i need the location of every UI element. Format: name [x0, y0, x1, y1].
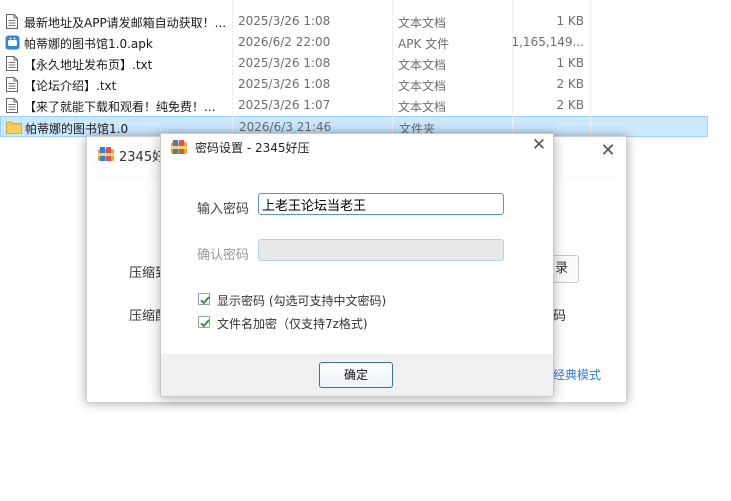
compress-window-title: 2345好 — [119, 150, 166, 165]
file-date: 2025/3/26 1:08 — [238, 14, 331, 28]
folder-icon — [6, 120, 22, 135]
password-label: 输入密码 — [197, 202, 250, 217]
dialog-title: 密码设置 - 2345好压 — [195, 141, 310, 155]
show-password-label: 显示密码 (勾选可支持中文密码) — [217, 294, 387, 308]
file-date: 2025/3/26 1:08 — [238, 77, 331, 91]
checkmark-icon — [200, 296, 210, 305]
text-file-icon — [5, 77, 19, 92]
file-name: 【永久地址发布页】.txt — [24, 58, 153, 72]
compress-window-close-button[interactable]: ✕ — [598, 141, 618, 161]
column-separator — [512, 0, 513, 136]
column-separator — [392, 0, 393, 136]
file-row[interactable]: 帕蒂娜的图书馆1.0.apk 2026/6/2 22:00 APK 文件 1,165,… — [0, 32, 731, 53]
file-type: APK 文件 — [398, 37, 450, 51]
text-file-icon — [5, 14, 19, 29]
file-row[interactable]: 最新地址及APP请发邮箱自动获取！... 2025/3/26 1:08 文本文档 1 … — [0, 11, 731, 32]
file-date: 2025/3/26 1:08 — [238, 56, 331, 70]
file-name: 最新地址及APP请发邮箱自动获取！... — [24, 16, 227, 30]
file-type: 文本文档 — [398, 100, 447, 114]
password-side-label[interactable]: 码 — [553, 305, 566, 324]
apk-file-icon — [5, 35, 20, 50]
2345-logo-icon — [171, 140, 187, 154]
file-row[interactable]: 【论坛介绍】.txt 2025/3/26 1:08 文本文档 2 KB — [0, 74, 731, 95]
file-name: 【来了就能下载和观看！纯免费！... — [24, 100, 216, 114]
encrypt-filenames-checkbox[interactable] — [198, 316, 210, 328]
file-name: 【论坛介绍】.txt — [24, 79, 117, 93]
classic-mode-link[interactable]: 经典模式 — [553, 366, 601, 383]
file-type: 文本文档 — [398, 16, 447, 30]
file-date: 2025/3/26 1:07 — [238, 98, 331, 112]
ok-button[interactable]: 确定 — [319, 362, 393, 388]
password-input[interactable] — [258, 193, 504, 215]
2345-logo-icon — [98, 147, 114, 161]
file-type: 文本文档 — [398, 58, 447, 72]
file-name: 帕蒂娜的图书馆1.0.apk — [24, 37, 153, 51]
dialog-close-button[interactable]: ✕ — [529, 135, 549, 155]
text-file-icon — [5, 98, 19, 113]
column-separator — [232, 0, 233, 136]
file-type: 文本文档 — [398, 79, 447, 93]
show-password-checkbox[interactable] — [198, 293, 210, 305]
encrypt-filenames-label: 文件名加密（仅支持7z格式) — [217, 317, 368, 331]
text-file-icon — [5, 56, 19, 71]
confirm-password-label: 确认密码 — [197, 248, 250, 263]
file-row[interactable]: 【来了就能下载和观看！纯免费！... 2025/3/26 1:07 文本文档 2 KB — [0, 95, 731, 116]
column-separator — [590, 0, 591, 136]
confirm-password-input[interactable] — [258, 239, 504, 261]
file-row[interactable]: 【永久地址发布页】.txt 2025/3/26 1:08 文本文档 1 KB — [0, 53, 731, 74]
password-dialog: 密码设置 - 2345好压 ✕ 输入密码 确认密码 显示密码 (勾选可支持中文密… — [160, 133, 554, 397]
file-date: 2026/6/3 21:46 — [239, 120, 332, 134]
dialog-footer: 确定 — [161, 354, 553, 396]
file-date: 2026/6/2 22:00 — [238, 35, 331, 49]
checkmark-icon — [200, 319, 210, 328]
